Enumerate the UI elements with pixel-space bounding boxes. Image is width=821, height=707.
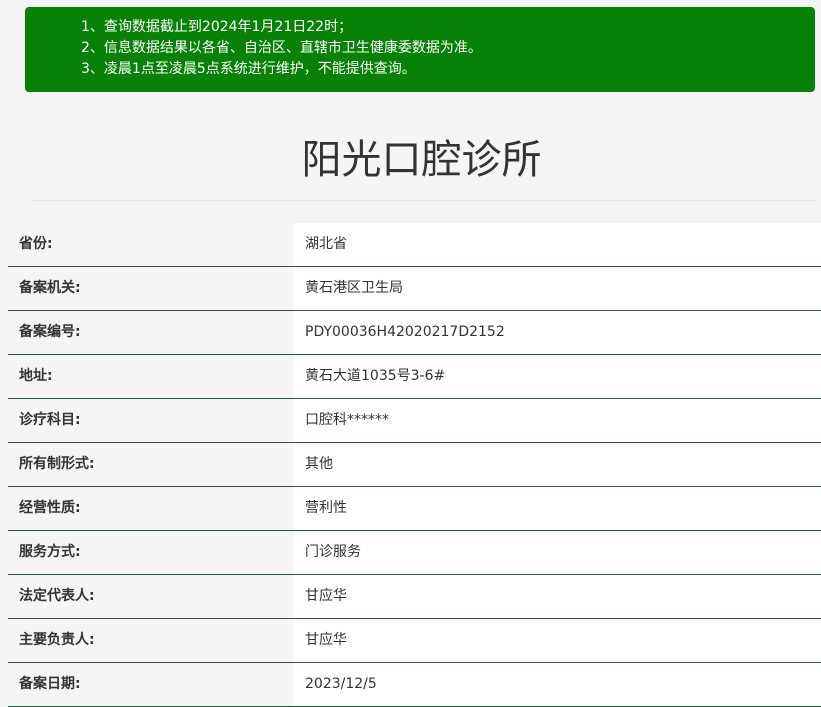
info-label: 省份: [8, 223, 293, 266]
info-label: 主要负责人: [8, 619, 293, 662]
info-label: 地址: [8, 355, 293, 398]
info-value: 门诊服务 [293, 531, 821, 574]
info-label: 备案机关: [8, 267, 293, 310]
info-value: 黄石港区卫生局 [293, 267, 821, 310]
notice-banner: 1、查询数据截止到2024年1月21日22时； 2、信息数据结果以各省、自治区、… [25, 7, 815, 92]
notice-line-2: 2、信息数据结果以各省、自治区、直辖市卫生健康委数据为准。 [81, 40, 482, 56]
info-value: 湖北省 [293, 223, 821, 266]
page-title: 阳光口腔诊所 [301, 137, 542, 183]
info-label: 经营性质: [8, 487, 293, 530]
notice-line-1: 1、查询数据截止到2024年1月21日22时； [81, 19, 353, 35]
info-value: 甘应华 [293, 575, 821, 618]
info-label: 法定代表人: [8, 575, 293, 618]
info-label: 备案编号: [8, 311, 293, 354]
info-value: 口腔科****** [293, 399, 821, 442]
info-table: 省份: 湖北省 备案机关: 黄石港区卫生局 备案编号: PDY00036H420… [8, 223, 821, 707]
info-label: 备案日期: [8, 663, 293, 706]
info-row-service-mode: 服务方式: 门诊服务 [8, 531, 821, 575]
info-value: 黄石大道1035号3-6# [293, 355, 821, 398]
info-row-legal-representative: 法定代表人: 甘应华 [8, 575, 821, 619]
info-label: 服务方式: [8, 531, 293, 574]
info-label: 所有制形式: [8, 443, 293, 486]
info-value: 其他 [293, 443, 821, 486]
info-row-province: 省份: 湖北省 [8, 223, 821, 267]
info-label: 诊疗科目: [8, 399, 293, 442]
info-row-business-nature: 经营性质: 营利性 [8, 487, 821, 531]
title-divider [30, 200, 816, 201]
info-row-registration-number: 备案编号: PDY00036H42020217D2152 [8, 311, 821, 355]
info-row-registration-date: 备案日期: 2023/12/5 [8, 663, 821, 707]
info-row-registration-authority: 备案机关: 黄石港区卫生局 [8, 267, 821, 311]
info-row-address: 地址: 黄石大道1035号3-6# [8, 355, 821, 399]
info-row-ownership-form: 所有制形式: 其他 [8, 443, 821, 487]
info-value: 2023/12/5 [293, 663, 821, 706]
info-row-principal-person: 主要负责人: 甘应华 [8, 619, 821, 663]
info-value: 营利性 [293, 487, 821, 530]
notice-line-3: 3、凌晨1点至凌晨5点系统进行维护，不能提供查询。 [81, 61, 416, 77]
info-value: 甘应华 [293, 619, 821, 662]
info-value: PDY00036H42020217D2152 [293, 311, 821, 354]
info-row-treatment-subjects: 诊疗科目: 口腔科****** [8, 399, 821, 443]
